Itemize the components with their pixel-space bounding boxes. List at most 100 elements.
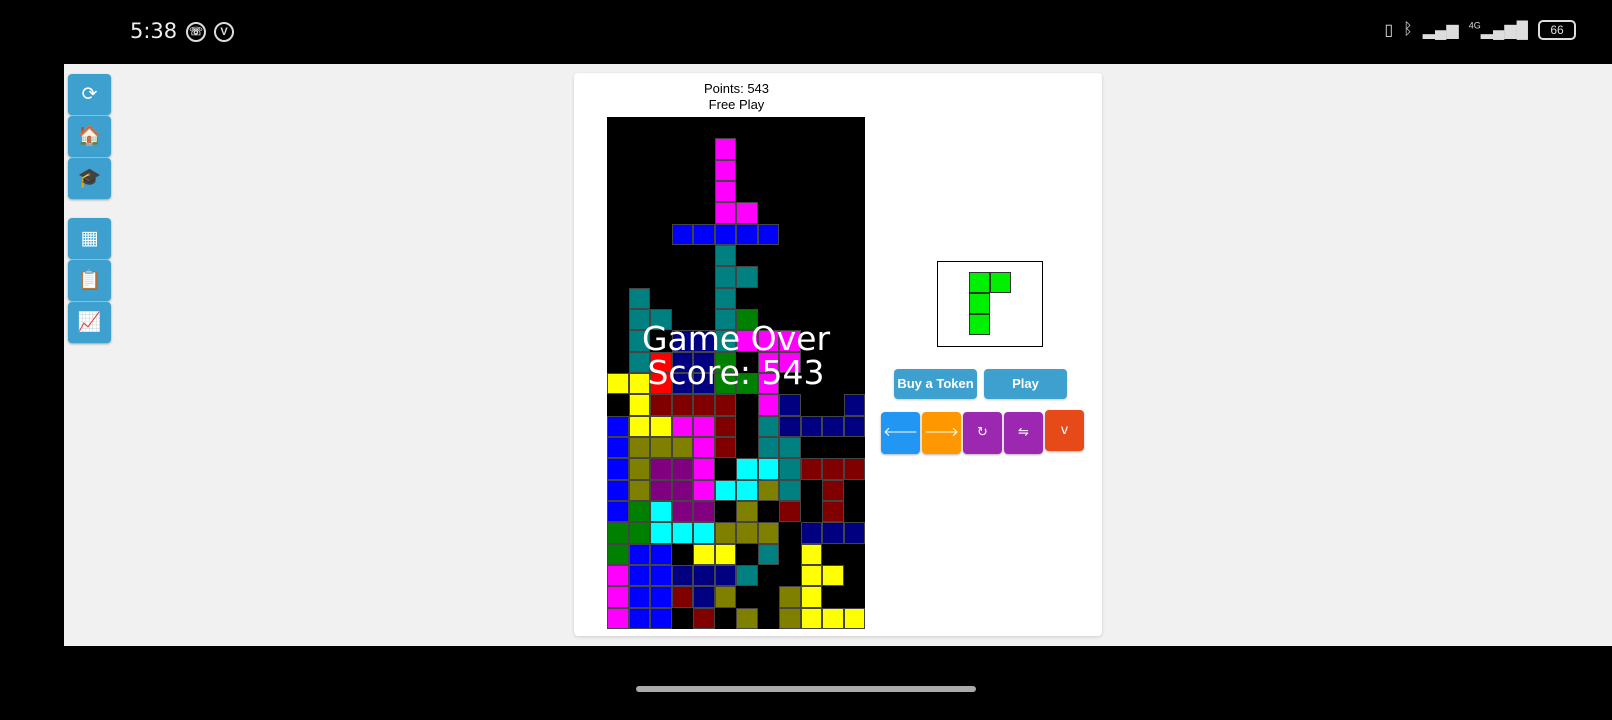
- board-cell: [693, 394, 715, 416]
- board-cell: [650, 522, 672, 544]
- board-cell: [650, 437, 672, 459]
- board-cell: [607, 522, 629, 544]
- board-cell: [650, 458, 672, 480]
- board-cell: [714, 522, 736, 544]
- board-cell: [650, 565, 672, 587]
- board-cell: [607, 501, 629, 523]
- refresh-icon: ⟳: [81, 83, 98, 105]
- board-cell: [693, 479, 715, 501]
- move-left-button[interactable]: 🡐: [881, 412, 920, 454]
- board-cell: [714, 394, 736, 416]
- refresh-button[interactable]: ⟳: [68, 74, 111, 115]
- final-score-text: Score: 543: [647, 353, 825, 392]
- board-cell: [671, 479, 693, 501]
- board-cell: [757, 543, 779, 565]
- battery-indicator: 66: [1538, 20, 1576, 40]
- board-cell: [714, 565, 736, 587]
- board-cell: [714, 223, 736, 245]
- board-cell: [628, 437, 650, 459]
- board-cell: [843, 458, 865, 480]
- bluetooth-icon: ᛒ: [1403, 21, 1413, 38]
- board-cell: [671, 501, 693, 523]
- board-cell: [800, 522, 822, 544]
- board-cell: [800, 586, 822, 608]
- board-cell: [671, 415, 693, 437]
- home-button[interactable]: 🏠: [68, 116, 111, 157]
- board-cell: [714, 543, 736, 565]
- stats-button[interactable]: 📈: [68, 302, 111, 343]
- grid-button[interactable]: ▦: [68, 218, 111, 259]
- board-cell: [607, 607, 629, 629]
- board-cell: [779, 586, 801, 608]
- board-cell: [736, 565, 758, 587]
- board-cell: [693, 437, 715, 459]
- board-cell: [714, 138, 736, 160]
- board-cell: [628, 501, 650, 523]
- board-cell: [736, 202, 758, 224]
- board-cell: [650, 586, 672, 608]
- board-cell: [607, 415, 629, 437]
- board-cell: [714, 202, 736, 224]
- board-cell: [822, 522, 844, 544]
- board-cell: [628, 394, 650, 416]
- board-cell: [843, 415, 865, 437]
- board-cell: [714, 437, 736, 459]
- board-cell: [650, 479, 672, 501]
- tutorial-button[interactable]: 🎓: [68, 158, 111, 199]
- board-cell: [779, 415, 801, 437]
- board-cell: [736, 223, 758, 245]
- clipboard-button[interactable]: 📋: [68, 260, 111, 301]
- board-cell: [779, 437, 801, 459]
- board-cell: [843, 607, 865, 629]
- board-cell: [757, 437, 779, 459]
- board-cell: [779, 458, 801, 480]
- board-cell: [714, 245, 736, 267]
- preview-cell: [969, 293, 990, 314]
- board-cell: [607, 586, 629, 608]
- drop-button[interactable]: v: [1045, 410, 1084, 451]
- rotate-button[interactable]: ↻: [963, 412, 1002, 454]
- swap-icon: ⇋: [1018, 425, 1029, 440]
- swap-button[interactable]: ⇋: [1004, 412, 1043, 454]
- board-cell: [800, 415, 822, 437]
- move-right-button[interactable]: 🡒: [922, 412, 961, 454]
- board-cell: [628, 415, 650, 437]
- chart-icon: 📈: [77, 311, 102, 333]
- board-cell: [714, 415, 736, 437]
- board-cell: [671, 565, 693, 587]
- board-cell: [736, 266, 758, 288]
- preview-cell: [969, 272, 990, 293]
- next-piece-preview: [937, 261, 1043, 347]
- arrow-right-icon: 🡒: [924, 425, 959, 440]
- board-cell: [822, 501, 844, 523]
- board-cell: [757, 223, 779, 245]
- board-cell: [714, 479, 736, 501]
- game-over-text: Game Over: [641, 319, 831, 358]
- navigation-bar: [0, 646, 1612, 720]
- tetris-board: Game Over Score: 543: [607, 117, 865, 629]
- board-cell: [757, 458, 779, 480]
- game-card: Points: 543 Free Play Game Over Score: 5…: [574, 73, 1102, 636]
- board-cell: [843, 394, 865, 416]
- board-cell: [779, 394, 801, 416]
- board-cell: [693, 522, 715, 544]
- buy-token-button[interactable]: Buy a Token: [894, 369, 977, 399]
- board-cell: [671, 223, 693, 245]
- home-gesture-handle[interactable]: [636, 686, 976, 692]
- play-button[interactable]: Play: [984, 369, 1067, 399]
- signal-icon: ▂▄▆: [1422, 22, 1459, 39]
- preview-cell: [969, 314, 990, 335]
- board-cell: [650, 607, 672, 629]
- home-icon: 🏠: [77, 125, 102, 147]
- board-cell: [757, 479, 779, 501]
- arrow-left-icon: 🡐: [883, 425, 918, 440]
- board-cell: [757, 394, 779, 416]
- graduation-cap-icon: 🎓: [77, 167, 102, 189]
- board-cell: [693, 607, 715, 629]
- board-cell: [714, 586, 736, 608]
- board-cell: [671, 522, 693, 544]
- board-cell: [650, 415, 672, 437]
- board-cell: [607, 479, 629, 501]
- board-cell: [822, 565, 844, 587]
- board-cell: [607, 543, 629, 565]
